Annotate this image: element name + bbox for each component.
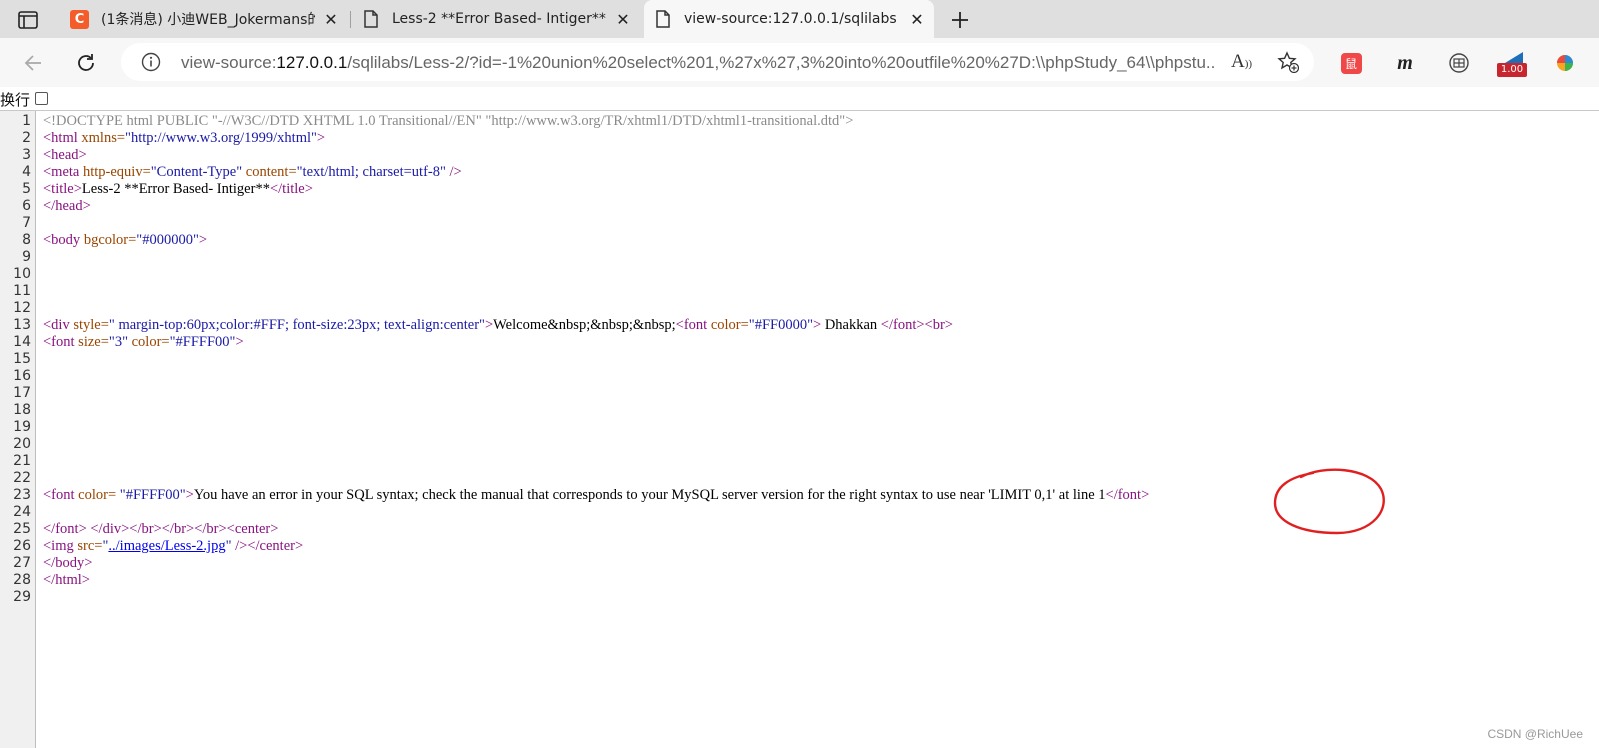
- line-number: 11: [13, 283, 31, 299]
- tab-title: view-source:127.0.0.1/sqlilabs/Le: [684, 11, 896, 27]
- reload-icon: [78, 54, 94, 71]
- line-number: 24: [13, 504, 31, 520]
- new-tab-button[interactable]: [946, 6, 974, 34]
- line-number-gutter: 1 2 3 4 5 6 7 8 9 10 11 12 13 14 15 16 1…: [0, 111, 36, 748]
- line-number: 4: [22, 164, 31, 180]
- extension-red-icon[interactable]: 鼠: [1338, 50, 1364, 76]
- back-button[interactable]: [18, 48, 48, 78]
- address-bar[interactable]: view-source:127.0.0.1/sqlilabs/Less-2/?i…: [121, 43, 1314, 81]
- line-number: 5: [22, 181, 31, 197]
- line-number: 2: [22, 130, 31, 146]
- line-number: 25: [13, 521, 31, 537]
- url-host: 127.0.0.1: [276, 53, 348, 72]
- source-line-14: <font size="3" color="#FFFF00">: [43, 334, 244, 350]
- reload-button[interactable]: [71, 48, 101, 78]
- line-number: 13: [13, 317, 31, 333]
- source-line-27: </body>: [43, 555, 93, 571]
- source-line-13: <div style=" margin-top:60px;color:#FFF;…: [43, 317, 953, 333]
- source-line-8: <body bgcolor="#000000">: [43, 232, 208, 248]
- tab-divider: [350, 11, 351, 28]
- source-line-1: <!DOCTYPE html PUBLIC "-//W3C//DTD XHTML…: [43, 113, 854, 129]
- back-arrow-icon: [24, 55, 41, 71]
- source-line-5: <title>Less-2 **Error Based- Intiger**</…: [43, 181, 313, 197]
- line-wrap-bar: 换行: [0, 87, 1599, 111]
- line-wrap-checkbox[interactable]: [35, 92, 48, 105]
- tab-actions-icon: [18, 11, 38, 29]
- line-number: 8: [22, 232, 31, 248]
- source-line-4: <meta http-equiv="Content-Type" content=…: [43, 164, 462, 180]
- line-number: 26: [13, 538, 31, 554]
- address-url[interactable]: view-source:127.0.0.1/sqlilabs/Less-2/?i…: [181, 53, 1216, 73]
- line-number: 29: [13, 589, 31, 605]
- line-number: 19: [13, 419, 31, 435]
- line-number: 28: [13, 572, 31, 588]
- tab-title: Less-2 **Error Based- Intiger**: [392, 11, 606, 27]
- source-line-3: <head>: [43, 147, 87, 163]
- close-icon[interactable]: ✕: [614, 10, 632, 29]
- source-line-2: <html xmlns="http://www.w3.org/1999/xhtm…: [43, 130, 326, 146]
- sql-error-message: You have an error in your SQL syntax; ch…: [193, 487, 1106, 503]
- line-wrap-label: 换行: [0, 91, 31, 109]
- line-number: 1: [22, 113, 31, 129]
- source-line-28: </html>: [43, 572, 90, 588]
- line-number: 18: [13, 402, 31, 418]
- grid-circle-icon: [1449, 53, 1469, 73]
- extension-red-label: 鼠: [1340, 52, 1362, 74]
- tab-less2[interactable]: Less-2 **Error Based- Intiger** ✕: [352, 0, 640, 38]
- speed-flag-icon: [1505, 52, 1523, 63]
- speed-badge: 1.00: [1497, 63, 1527, 77]
- page-icon: [364, 10, 378, 28]
- source-line-6: </head>: [43, 198, 91, 214]
- add-favorite-icon[interactable]: [1277, 51, 1299, 73]
- csdn-icon: C: [70, 9, 89, 29]
- plus-icon: [952, 12, 968, 28]
- extension-grid-icon[interactable]: [1446, 50, 1472, 76]
- extension-m-icon[interactable]: m: [1392, 50, 1418, 76]
- line-number: 23: [13, 487, 31, 503]
- watermark: CSDN @RichUee: [1487, 727, 1583, 741]
- image-source-link[interactable]: ../images/Less-2.jpg: [108, 538, 225, 554]
- source-line-23: <font color= "#FFFF00">You have an error…: [43, 487, 1150, 503]
- tab-strip: C (1条消息) 小迪WEB_Jokermans的 ✕ Less-2 **Err…: [0, 0, 1599, 38]
- line-number: 20: [13, 436, 31, 452]
- extension-color-icon[interactable]: [1552, 50, 1578, 76]
- url-scheme: view-source:: [181, 53, 277, 72]
- tab-actions-button[interactable]: [10, 7, 46, 33]
- annotation-circle: [1273, 468, 1385, 535]
- line-number: 16: [13, 368, 31, 384]
- line-number: 10: [13, 266, 31, 282]
- tab-view-source[interactable]: view-source:127.0.0.1/sqlilabs/Le ✕: [644, 0, 934, 38]
- extension-speed-icon[interactable]: 1.00: [1497, 50, 1531, 77]
- read-aloud-icon[interactable]: A)): [1231, 51, 1252, 73]
- line-number: 22: [13, 470, 31, 486]
- info-icon[interactable]: [141, 52, 161, 72]
- browser-toolbar: view-source:127.0.0.1/sqlilabs/Less-2/?i…: [0, 38, 1599, 87]
- line-number: 15: [13, 351, 31, 367]
- line-number: 12: [13, 300, 31, 316]
- close-icon[interactable]: ✕: [322, 10, 340, 29]
- line-number: 21: [13, 453, 31, 469]
- line-number: 6: [22, 198, 31, 214]
- tab-csdn[interactable]: C (1条消息) 小迪WEB_Jokermans的 ✕: [60, 0, 348, 38]
- line-number: 9: [22, 249, 31, 265]
- close-icon[interactable]: ✕: [908, 10, 926, 29]
- line-number: 7: [22, 215, 31, 231]
- line-number: 27: [13, 555, 31, 571]
- line-number: 17: [13, 385, 31, 401]
- line-number: 3: [22, 147, 31, 163]
- source-line-26: <img src="../images/Less-2.jpg" /></cent…: [43, 538, 304, 554]
- line-number: 14: [13, 334, 31, 350]
- url-path: /sqlilabs/Less-2/?id=-1%20union%20select…: [347, 53, 1216, 72]
- color-wheel-icon: [1557, 55, 1573, 71]
- source-line-25: </font> </div></br></br></br><center>: [43, 521, 279, 537]
- tab-title: (1条消息) 小迪WEB_Jokermans的: [101, 12, 315, 28]
- page-icon: [656, 10, 670, 28]
